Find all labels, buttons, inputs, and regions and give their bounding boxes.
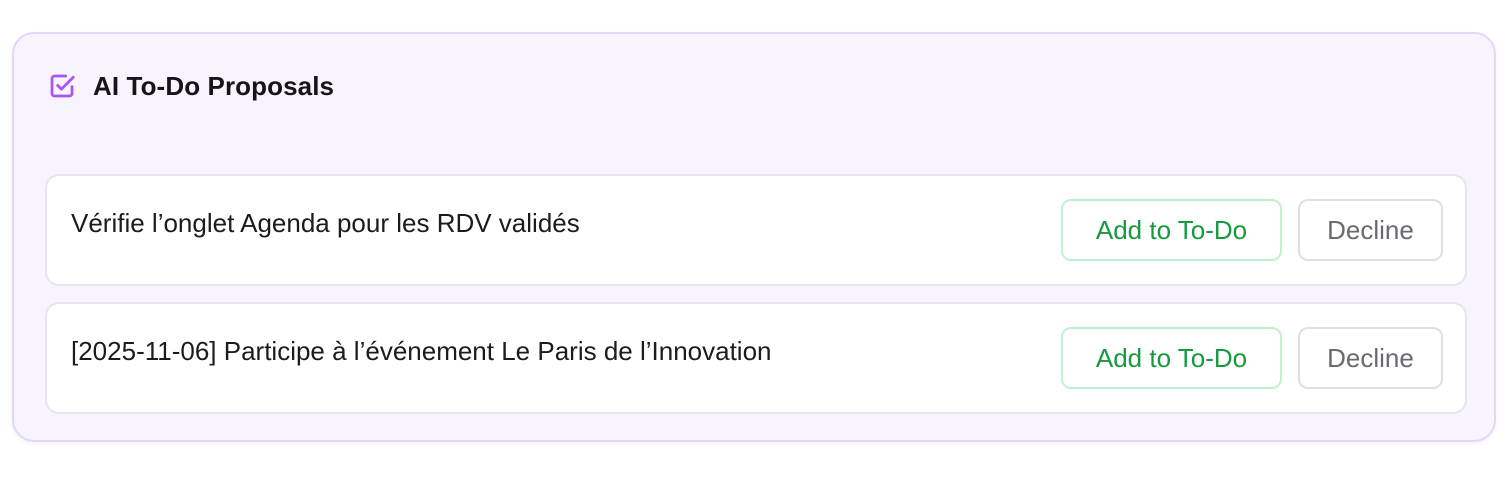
proposal-text: Vérifie l’onglet Agenda pour les RDV val… bbox=[71, 208, 580, 238]
panel-header: AI To-Do Proposals bbox=[47, 70, 334, 102]
proposal-card: Vérifie l’onglet Agenda pour les RDV val… bbox=[45, 174, 1467, 286]
checkbox-check-icon bbox=[47, 71, 77, 101]
panel-title: AI To-Do Proposals bbox=[93, 70, 335, 101]
decline-button[interactable]: Decline bbox=[1298, 327, 1443, 389]
proposal-card: [2025-11-06] Participe à l’événement Le … bbox=[45, 302, 1467, 414]
todo-proposals-panel: AI To-Do Proposals Vérifie l’onglet Agen… bbox=[12, 32, 1496, 442]
add-to-todo-button[interactable]: Add to To-Do bbox=[1061, 199, 1282, 261]
add-to-todo-button[interactable]: Add to To-Do bbox=[1061, 327, 1282, 389]
proposal-text: [2025-11-06] Participe à l’événement Le … bbox=[71, 336, 772, 366]
decline-button[interactable]: Decline bbox=[1298, 199, 1443, 261]
